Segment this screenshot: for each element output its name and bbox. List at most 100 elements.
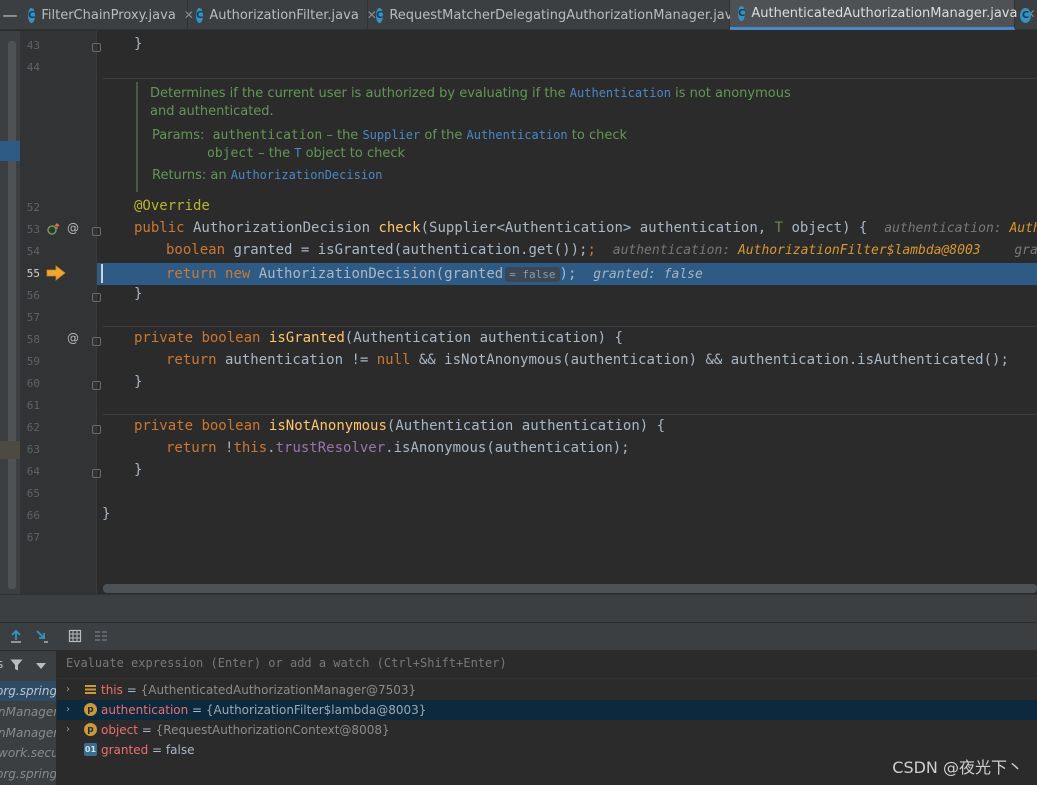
doc-param-object: object – the T object to check bbox=[207, 146, 406, 161]
line-number: 63 bbox=[26, 443, 40, 456]
trace-stream-icon[interactable] bbox=[92, 627, 110, 645]
line-number: 53 bbox=[26, 223, 40, 236]
code-line[interactable]: return !this.trustResolver.isAnonymous(a… bbox=[166, 437, 630, 459]
variable-row-granted[interactable]: 01 granted = false bbox=[57, 740, 1037, 760]
watch-expression-bar[interactable]: Evaluate expression (Enter) or add a wat… bbox=[57, 651, 1037, 679]
code-line[interactable]: public AuthorizationDecision check(Suppl… bbox=[134, 217, 1037, 239]
fold-marker-icon[interactable] bbox=[92, 227, 101, 236]
code-line[interactable]: private boolean isGranted(Authentication… bbox=[134, 327, 623, 349]
variable-text: object = {RequestAuthorizationContext@80… bbox=[101, 723, 390, 737]
frames-menu-icon[interactable]: s bbox=[0, 657, 3, 671]
selected-project-item[interactable] bbox=[0, 141, 20, 161]
line-number: 54 bbox=[26, 245, 40, 258]
horizontal-scrollbar[interactable] bbox=[103, 584, 1037, 593]
code-line[interactable]: } bbox=[134, 459, 142, 481]
frame-item[interactable]: org.springfr bbox=[0, 681, 56, 701]
tab-authorizationfilter[interactable]: C AuthorizationFilter.java ✕ bbox=[188, 0, 377, 30]
tab-label: FilterChainProxy.java bbox=[41, 7, 176, 23]
debug-toolbar bbox=[0, 622, 1037, 650]
tab-label: RequestMatcherDelegatingAuthorizationMan… bbox=[389, 7, 741, 23]
code-line[interactable]: } bbox=[102, 503, 110, 525]
primitive-type-icon: 01 bbox=[84, 743, 97, 756]
debug-panel-header bbox=[0, 594, 1037, 622]
chevron-down-icon[interactable] bbox=[36, 663, 46, 669]
code-line[interactable]: private boolean isNotAnonymous(Authentic… bbox=[134, 415, 665, 437]
line-number: 43 bbox=[26, 39, 40, 52]
override-marker-icon[interactable]: @ bbox=[67, 331, 79, 345]
filter-icon[interactable] bbox=[10, 659, 23, 671]
override-marker-icon[interactable]: @ bbox=[67, 221, 79, 235]
debug-inline-value: AuthorizationFilter$lambda@8003 bbox=[737, 243, 981, 258]
collapse-panel-button[interactable]: — bbox=[0, 0, 20, 30]
implementation-marker-icon[interactable] bbox=[46, 222, 60, 236]
run-to-cursor-icon[interactable] bbox=[33, 627, 51, 645]
line-number: 67 bbox=[26, 531, 40, 544]
tab-label: AuthorizationFilter.java bbox=[209, 7, 359, 23]
line-number: 44 bbox=[26, 61, 40, 74]
code-line[interactable]: } bbox=[134, 33, 142, 55]
line-number: 58 bbox=[26, 333, 40, 346]
tab-label: AuthenticatedAuthorizationManager.java bbox=[751, 6, 1018, 21]
minus-icon: — bbox=[2, 6, 18, 24]
tab-overflow[interactable]: C bbox=[1015, 0, 1037, 30]
fold-marker-icon[interactable] bbox=[92, 43, 101, 52]
expand-arrow-icon[interactable]: › bbox=[66, 720, 70, 740]
editor-tab-bar: — C FilterChainProxy.java ✕ C Authorizat… bbox=[0, 0, 1037, 30]
frame-item[interactable]: nManager bbox=[0, 702, 56, 722]
java-class-icon: C bbox=[196, 7, 204, 23]
frame-item[interactable]: nManager bbox=[0, 723, 56, 743]
evaluate-expression-icon[interactable] bbox=[66, 627, 84, 645]
line-number: 59 bbox=[26, 355, 40, 368]
variable-row-this[interactable]: › this = {AuthenticatedAuthorizationMana… bbox=[57, 680, 1037, 700]
project-panel-strip bbox=[0, 31, 20, 623]
java-class-icon: C bbox=[376, 7, 384, 23]
line-number: 57 bbox=[26, 311, 40, 324]
code-line[interactable]: boolean granted = isGranted(authenticati… bbox=[166, 239, 1037, 261]
highlighted-project-item[interactable] bbox=[0, 441, 20, 459]
field-icon bbox=[85, 685, 96, 694]
fold-marker-icon[interactable] bbox=[92, 425, 101, 434]
frame-item[interactable]: org.springf bbox=[0, 764, 56, 784]
execution-point-arrow-icon bbox=[46, 265, 66, 281]
fold-marker-icon[interactable] bbox=[92, 469, 101, 478]
code-line-current[interactable]: return new AuthorizationDecision(granted… bbox=[166, 263, 703, 285]
fold-marker-icon[interactable] bbox=[92, 293, 101, 302]
line-number: 64 bbox=[26, 465, 40, 478]
doc-description-cont: and authenticated. bbox=[150, 104, 274, 119]
debug-inline-value: Authoriz bbox=[1009, 221, 1037, 236]
line-number: 65 bbox=[26, 487, 40, 500]
java-class-icon: C bbox=[738, 6, 746, 21]
vertical-scrollbar[interactable] bbox=[8, 41, 16, 589]
doc-returns: Returns: an AuthorizationDecision bbox=[152, 168, 383, 183]
tab-requestmatcherdelegating[interactable]: C RequestMatcherDelegatingAuthorizationM… bbox=[368, 0, 759, 30]
expand-arrow-icon[interactable]: › bbox=[66, 700, 70, 720]
code-line[interactable]: } bbox=[134, 283, 142, 305]
tab-authenticatedauthorizationmanager[interactable]: C AuthenticatedAuthorizationManager.java… bbox=[730, 0, 1036, 30]
expand-arrow-icon[interactable]: › bbox=[66, 680, 70, 700]
fold-marker-icon[interactable] bbox=[92, 381, 101, 390]
tab-filterchainproxy[interactable]: C FilterChainProxy.java ✕ bbox=[20, 0, 194, 30]
line-number: 55 bbox=[26, 267, 40, 280]
frames-header: s bbox=[0, 653, 56, 677]
code-line[interactable]: return authentication != null && isNotAn… bbox=[166, 349, 1009, 371]
variable-text: granted = false bbox=[101, 743, 195, 757]
variable-row-object[interactable]: › p object = {RequestAuthorizationContex… bbox=[57, 720, 1037, 740]
line-number: 66 bbox=[26, 509, 40, 522]
watermark: CSDN @夜光下丶 bbox=[892, 758, 1023, 777]
code-line[interactable]: } bbox=[134, 371, 142, 393]
fold-marker-icon[interactable] bbox=[92, 337, 101, 346]
text-caret bbox=[101, 264, 103, 283]
variable-text: authentication = {AuthorizationFilter$la… bbox=[101, 703, 427, 717]
variable-row-authentication[interactable]: › p authentication = {AuthorizationFilte… bbox=[57, 700, 1037, 720]
evaluate-expression-input[interactable]: Evaluate expression (Enter) or add a wat… bbox=[66, 656, 507, 670]
code-line[interactable]: @Override bbox=[134, 195, 210, 217]
line-number: 60 bbox=[26, 377, 40, 390]
method-separator bbox=[103, 78, 1037, 79]
java-class-icon: C bbox=[28, 7, 36, 23]
java-class-icon: C bbox=[1020, 7, 1031, 23]
frame-item[interactable]: work.secur bbox=[0, 743, 56, 763]
line-number: 61 bbox=[26, 399, 40, 412]
line-number: 56 bbox=[26, 289, 40, 302]
step-out-icon[interactable] bbox=[7, 627, 25, 645]
debug-inline-hint: authentication: bbox=[884, 221, 1010, 236]
